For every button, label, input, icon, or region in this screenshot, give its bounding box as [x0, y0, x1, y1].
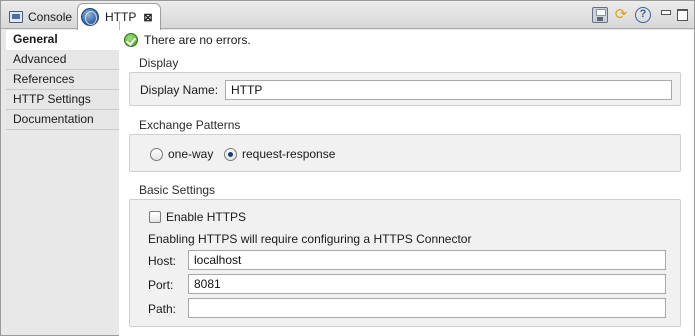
exchange-section-title: Exchange Patterns [139, 118, 241, 132]
https-note: Enabling HTTPS will require configuring … [148, 232, 472, 246]
basic-settings-group: Enable HTTPS Enabling HTTPS will require… [129, 199, 681, 327]
status-message: There are no errors. [144, 33, 251, 47]
exchange-group: one-way request-response [129, 134, 681, 172]
console-icon [9, 10, 23, 23]
enable-https-label: Enable HTTPS [166, 210, 247, 224]
display-group: Display Name: [129, 72, 681, 106]
sidebar-item-documentation[interactable]: Documentation [6, 110, 119, 130]
sidebar-item-label: References [13, 72, 75, 86]
check-circle-icon [124, 33, 138, 47]
display-name-field[interactable] [225, 80, 672, 100]
path-label: Path: [148, 302, 177, 316]
globe-icon [81, 8, 99, 26]
close-tab-icon[interactable]: ⊠ [143, 11, 152, 24]
display-section-title: Display [139, 56, 179, 70]
help-icon[interactable]: ? [635, 7, 651, 23]
port-label: Port: [148, 278, 174, 292]
sidebar-item-label: HTTP Settings [13, 92, 91, 106]
tab-console-label: Console [28, 9, 73, 24]
host-field[interactable] [188, 250, 666, 270]
sidebar-item-advanced[interactable]: Advanced [6, 50, 119, 70]
save-icon[interactable] [592, 7, 608, 23]
one-way-radio[interactable] [150, 148, 163, 161]
sidebar-item-general[interactable]: General [6, 30, 123, 50]
enable-https-checkbox[interactable] [149, 211, 161, 223]
sidebar-item-label: Advanced [13, 52, 67, 66]
basic-settings-section-title: Basic Settings [139, 183, 216, 197]
editor-sidebar: General Advanced References HTTP Setting… [2, 30, 123, 150]
display-name-label: Display Name: [140, 83, 219, 97]
minimize-button[interactable] [659, 8, 671, 20]
maximize-button[interactable] [676, 8, 688, 21]
sidebar-item-label: Documentation [13, 112, 94, 126]
sidebar-item-label: General [13, 32, 58, 46]
tab-console[interactable]: Console [5, 4, 75, 29]
general-panel: Display Display Name: Exchange Patterns … [119, 50, 694, 336]
request-response-radio[interactable] [224, 148, 237, 161]
sidebar-item-references[interactable]: References [6, 70, 119, 90]
tab-http-label: HTTP [105, 10, 137, 24]
port-field[interactable] [188, 274, 666, 294]
one-way-label: one-way [168, 147, 214, 161]
path-field[interactable] [188, 298, 666, 318]
validation-status: There are no errors. [119, 30, 694, 50]
refresh-icon[interactable]: ⟳ [613, 7, 629, 23]
host-label: Host: [148, 254, 177, 268]
editor-tab-bar: Console HTTP ⊠ ⟳ ? [1, 1, 694, 30]
editor-window: Console HTTP ⊠ ⟳ ? General Advanced Refe… [0, 0, 695, 336]
request-response-label: request-response [242, 147, 336, 161]
sidebar-item-http-settings[interactable]: HTTP Settings [6, 90, 119, 110]
